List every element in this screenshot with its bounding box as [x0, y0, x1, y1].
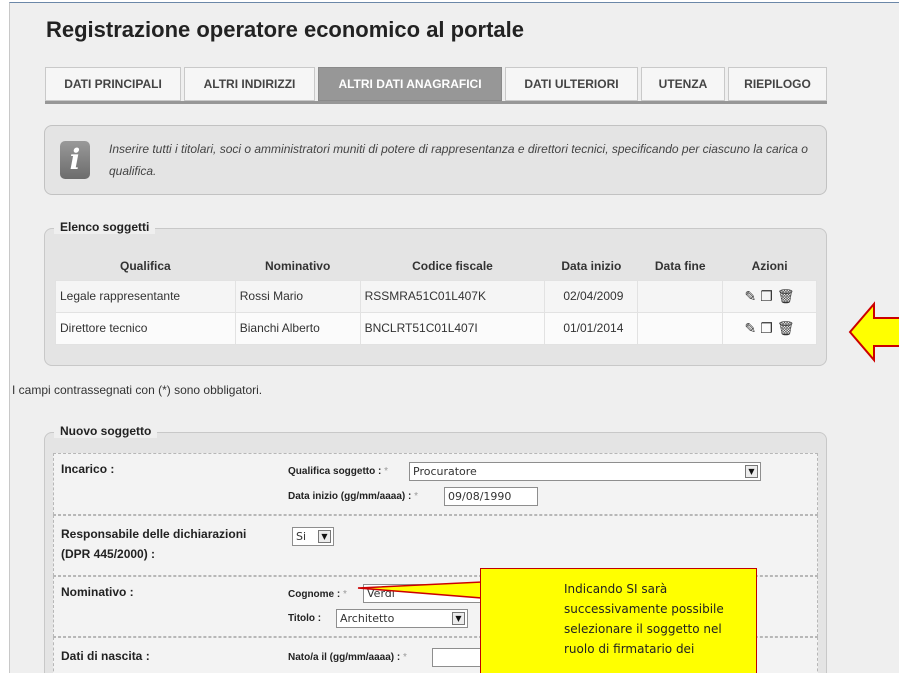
cell-data-inizio: 01/01/2014: [544, 311, 639, 345]
table-row: Legale rappresentante Rossi Mario RSSMRA…: [55, 279, 817, 313]
tab-bar: DATI PRINCIPALI ALTRI INDIRIZZI ALTRI DA…: [45, 67, 830, 104]
copy-icon[interactable]: ❐: [760, 320, 777, 336]
incarico-row: Incarico : Qualifica soggetto : * Procur…: [53, 453, 818, 515]
tab-utenza[interactable]: UTENZA: [641, 67, 725, 101]
tab-altri-dati-anagrafici[interactable]: ALTRI DATI ANAGRAFICI: [318, 67, 502, 101]
responsabile-label: Responsabile delle dichiarazioni (DPR 445…: [61, 527, 247, 561]
tab-altri-indirizzi[interactable]: ALTRI INDIRIZZI: [184, 67, 315, 101]
tab-riepilogo[interactable]: RIEPILOGO: [728, 67, 827, 101]
table-row: Direttore tecnico Bianchi Alberto BNCLRT…: [55, 311, 817, 345]
nascita-label: Dati di nascita :: [61, 649, 150, 663]
info-box: i Inserire tutti i titolari, soci o ammi…: [44, 125, 827, 195]
col-azioni: Azioni: [751, 258, 788, 273]
cell-azioni: ✎❐🗑: [722, 279, 817, 313]
elenco-soggetti-legend: Elenco soggetti: [54, 220, 156, 234]
cell-azioni: ✎❐🗑: [722, 311, 817, 345]
col-data-fine: Data fine: [654, 258, 706, 273]
data-inizio-label: Data inizio (gg/mm/aaaa) : *: [288, 491, 419, 502]
col-qualifica: Qualifica: [120, 258, 171, 273]
cell-nominativo: Rossi Mario: [234, 279, 361, 313]
callout-pointer: [357, 581, 483, 599]
edit-icon[interactable]: ✎: [745, 288, 761, 304]
delete-icon[interactable]: 🗑: [777, 320, 799, 336]
mandatory-note: I campi contrassegnati con (*) sono obbl…: [12, 383, 263, 397]
edit-icon[interactable]: ✎: [745, 320, 761, 336]
cell-qualifica: Direttore tecnico: [55, 311, 236, 345]
qualifica-soggetto-label: Qualifica soggetto : *: [288, 466, 389, 477]
left-arrow-icon: [848, 301, 899, 363]
cell-codice-fiscale: BNCLRT51C01L407I: [359, 311, 546, 345]
data-inizio-input[interactable]: 09/08/1990: [444, 487, 538, 506]
cell-nominativo: Bianchi Alberto: [234, 311, 361, 345]
col-data-inizio: Data inizio: [561, 258, 622, 273]
cognome-label: Cognome : *: [288, 589, 347, 600]
nato-il-label: Nato/a il (gg/mm/aaaa) : *: [288, 652, 407, 663]
incarico-label: Incarico :: [61, 462, 115, 476]
page-title: Registrazione operatore economico al por…: [46, 17, 525, 42]
qualifica-soggetto-select[interactable]: Procuratore ▼: [409, 462, 761, 481]
copy-icon[interactable]: ❐: [760, 288, 777, 304]
responsabile-row: Responsabile delle dichiarazioni (DPR 445…: [53, 515, 818, 576]
col-codice-fiscale: Codice fiscale: [412, 258, 493, 273]
cell-qualifica: Legale rappresentante: [55, 279, 236, 313]
chevron-down-icon: ▼: [318, 530, 331, 543]
cell-data-fine: [637, 311, 724, 345]
nuovo-soggetto-legend: Nuovo soggetto: [54, 424, 158, 438]
cell-data-fine: [637, 279, 724, 313]
col-nominativo: Nominativo: [264, 258, 331, 273]
soggetti-table: Qualifica Nominativo Codice fiscale Data…: [55, 252, 817, 345]
responsabile-select[interactable]: Si ▼: [292, 527, 334, 546]
chevron-down-icon: ▼: [745, 465, 758, 478]
callout-note: Indicando SI sarà successivamente possib…: [480, 568, 757, 673]
delete-icon[interactable]: 🗑: [777, 288, 799, 304]
cell-codice-fiscale: RSSMRA51C01L407K: [359, 279, 546, 313]
info-icon: i: [60, 141, 90, 179]
tab-dati-ulteriori[interactable]: DATI ULTERIORI: [505, 67, 638, 101]
tab-underline: [45, 101, 827, 104]
tab-dati-principali[interactable]: DATI PRINCIPALI: [45, 67, 181, 101]
nominativo-label: Nominativo :: [61, 585, 134, 599]
cell-data-inizio: 02/04/2009: [544, 279, 639, 313]
info-text: Inserire tutti i titolari, soci o ammini…: [109, 142, 808, 178]
titolo-label: Titolo :: [288, 613, 322, 624]
